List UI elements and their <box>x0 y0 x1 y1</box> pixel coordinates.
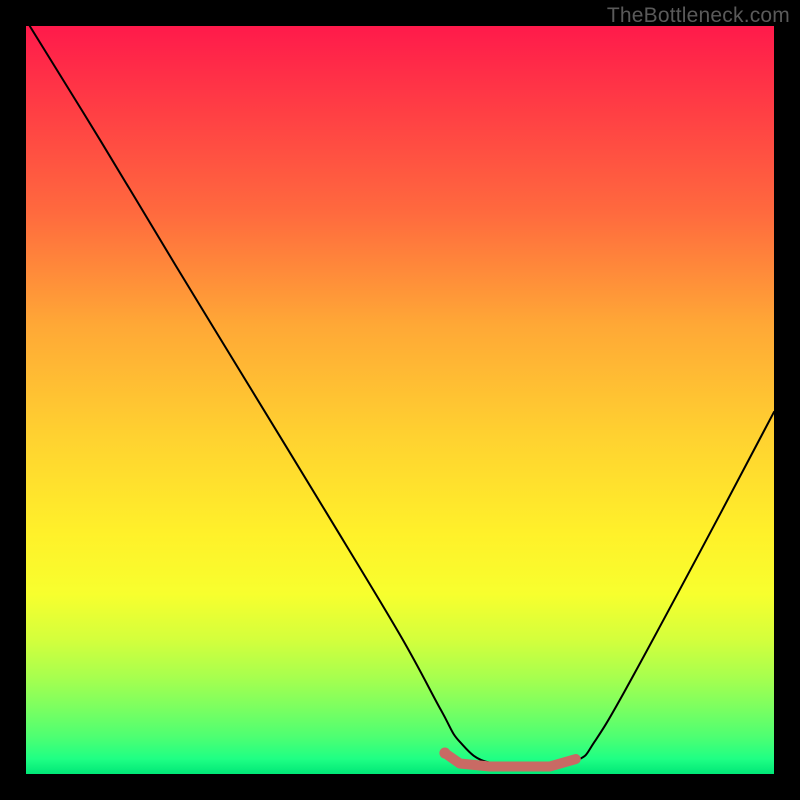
optimal-start-dot <box>439 748 450 759</box>
curve-layer <box>30 26 774 765</box>
watermark-text: TheBottleneck.com <box>607 4 790 28</box>
chart-svg <box>26 26 774 774</box>
marker-layer <box>439 748 575 767</box>
main-curve <box>30 26 774 765</box>
optimal-range-marker <box>445 753 576 766</box>
plot-area <box>26 26 774 774</box>
chart-frame: TheBottleneck.com <box>0 0 800 800</box>
